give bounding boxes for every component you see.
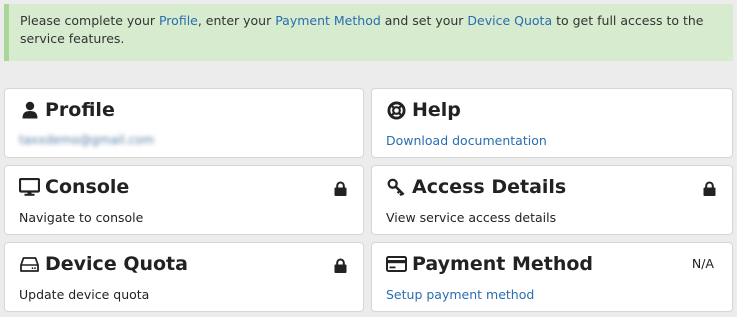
alert-payment-link[interactable]: Payment Method — [275, 13, 381, 28]
payment-method-card[interactable]: Payment Method Setup payment method N/A — [371, 242, 733, 312]
lock-icon — [334, 258, 347, 273]
setup-alert: Please complete your Profile, enter your… — [4, 4, 733, 61]
setup-payment-method-link[interactable]: Setup payment method — [386, 287, 534, 302]
profile-card-title: Profile — [19, 99, 115, 121]
credit-card-icon — [386, 254, 407, 274]
alert-quota-link[interactable]: Device Quota — [467, 13, 552, 28]
device-quota-title-text: Device Quota — [45, 253, 188, 275]
alert-text: Please complete your — [20, 13, 159, 28]
alert-text: , enter your — [197, 13, 276, 28]
help-title-text: Help — [412, 99, 461, 121]
device-quota-card-title: Device Quota — [19, 253, 188, 275]
help-card[interactable]: Help Download documentation — [371, 88, 733, 158]
profile-card[interactable]: Profile taxxdemo@gmail.com — [4, 88, 364, 158]
console-card[interactable]: Console Navigate to console — [4, 165, 364, 235]
access-details-card[interactable]: Access Details View service access detai… — [371, 165, 733, 235]
hard-drive-icon — [19, 254, 40, 274]
alert-profile-link[interactable]: Profile — [159, 13, 198, 28]
profile-email: taxxdemo@gmail.com — [19, 133, 155, 147]
payment-method-card-title: Payment Method — [386, 253, 593, 275]
access-details-title-text: Access Details — [412, 176, 567, 198]
console-subtitle: Navigate to console — [19, 210, 144, 225]
download-documentation-link[interactable]: Download documentation — [386, 133, 547, 148]
payment-method-title-text: Payment Method — [412, 253, 594, 275]
user-icon — [19, 100, 40, 120]
access-details-subtitle: View service access details — [386, 210, 557, 225]
lock-icon — [334, 181, 347, 196]
lifebuoy-icon — [386, 100, 407, 120]
profile-title-text: Profile — [45, 99, 115, 121]
key-icon — [386, 177, 407, 197]
lock-icon — [703, 181, 716, 196]
device-quota-subtitle: Update device quota — [19, 287, 150, 302]
access-details-card-title: Access Details — [386, 176, 566, 198]
payment-status-text: N/A — [691, 256, 714, 271]
device-quota-card[interactable]: Device Quota Update device quota — [4, 242, 364, 312]
alert-text: and set your — [380, 13, 468, 28]
console-card-title: Console — [19, 176, 129, 198]
console-title-text: Console — [45, 176, 130, 198]
monitor-icon — [19, 177, 40, 197]
help-card-title: Help — [386, 99, 461, 121]
